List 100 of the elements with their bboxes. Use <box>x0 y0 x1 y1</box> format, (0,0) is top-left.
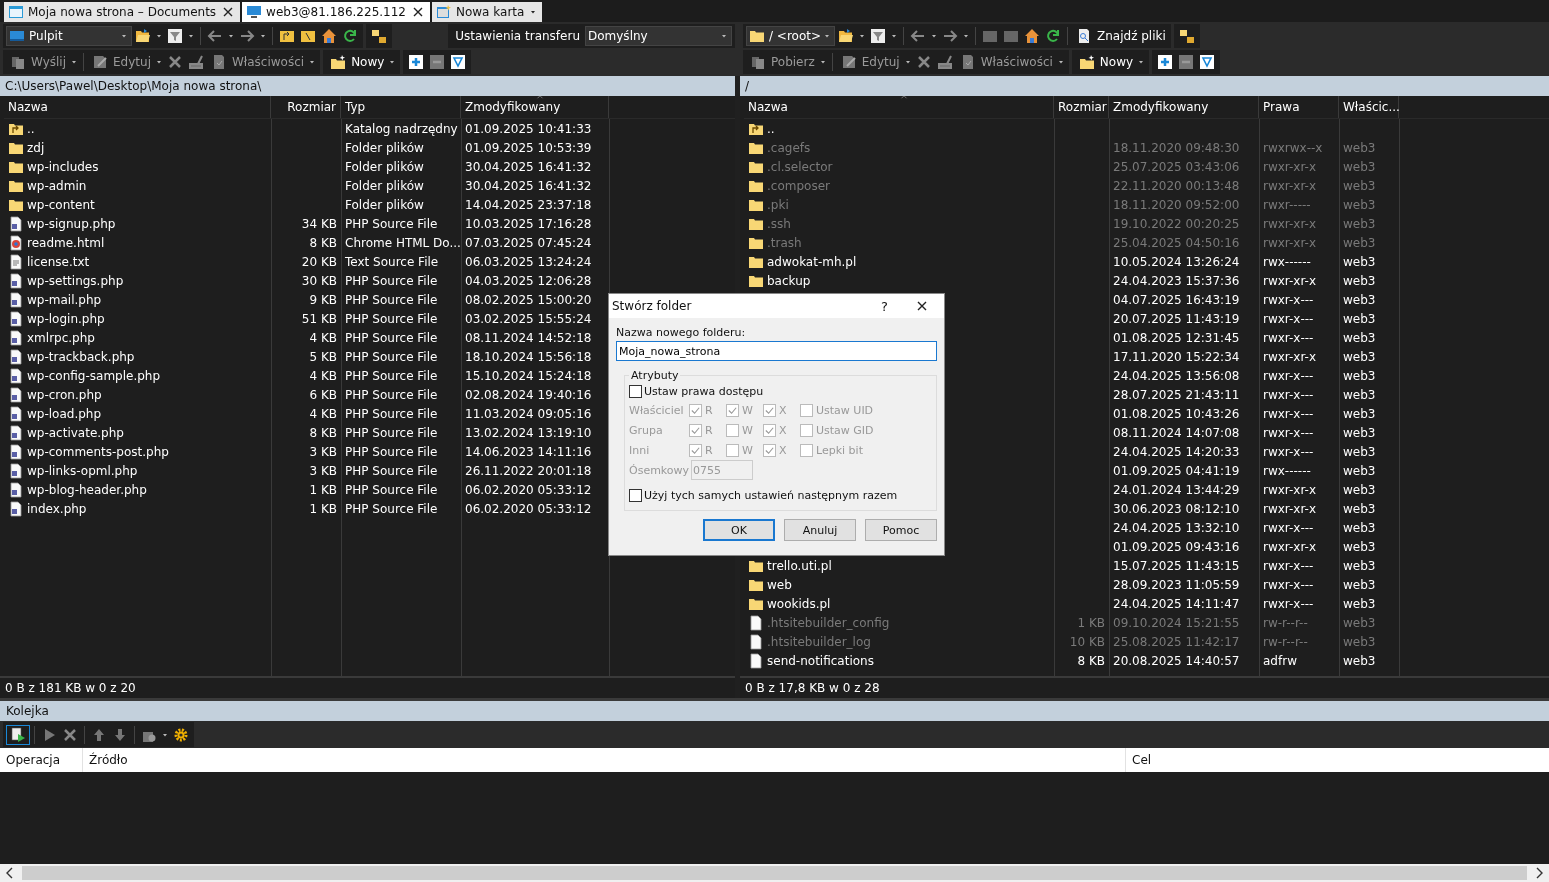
file-name[interactable]: .pki <box>767 197 789 212</box>
file-size: 10 KB <box>1069 634 1105 649</box>
column-header[interactable]: Zmodyfikowany <box>1109 96 1259 118</box>
column-header[interactable]: Prawa <box>1259 96 1339 118</box>
file-name[interactable]: wp-cron.php <box>27 387 102 402</box>
horizontal-scrollbar[interactable] <box>0 864 1549 882</box>
column-header[interactable]: Właścic... <box>1339 96 1399 118</box>
column-header[interactable]: Cel <box>1126 748 1549 772</box>
permissions-text: rwxr-xr-x <box>1263 216 1317 231</box>
checkbox-label: Lepki bit <box>816 443 863 457</box>
permissions-text: rwxr-x--- <box>1263 292 1314 307</box>
column-header[interactable]: Zmodyfikowany <box>461 96 609 118</box>
location-dropdown[interactable]: Pulpit <box>6 26 132 46</box>
settings-icon[interactable] <box>173 726 189 743</box>
file-size: 8 KB <box>1077 653 1105 668</box>
owner-text: web3 <box>1343 254 1376 269</box>
column-header[interactable]: Nazwa <box>744 96 1054 118</box>
file-type: Folder plików <box>345 197 424 212</box>
file-name[interactable]: .composer <box>767 178 830 193</box>
file-type: Chrome HTML Do... <box>345 235 461 250</box>
column-header[interactable]: Rozmiar <box>1054 96 1109 118</box>
forward-icon[interactable] <box>239 28 255 44</box>
file-type: Text Source File <box>345 254 439 269</box>
owner-text: web3 <box>1343 577 1376 592</box>
location-dropdown[interactable]: / <root> <box>746 26 835 46</box>
owner-text: web3 <box>1343 330 1376 345</box>
down-arrow-icon[interactable] <box>112 726 128 743</box>
permissions-text: rwxr-x--- <box>1263 311 1314 326</box>
back-icon[interactable] <box>910 28 926 44</box>
file-name[interactable]: wp-comments-post.php <box>27 444 169 459</box>
tab[interactable]: Nowa karta <box>432 2 543 22</box>
file-name[interactable]: wp-content <box>27 197 95 212</box>
checkbox-label: R <box>705 443 713 457</box>
forward-icon[interactable] <box>942 28 958 44</box>
file-name[interactable]: wp-login.php <box>27 311 105 326</box>
file-name[interactable]: xmlrpc.php <box>27 330 95 345</box>
owner-text: web3 <box>1343 634 1376 649</box>
refresh-icon[interactable] <box>342 28 358 44</box>
modified-date: 15.07.2025 11:43:15 <box>1113 558 1240 573</box>
file-name[interactable]: adwokat-mh.pl <box>767 254 857 269</box>
modified-date: 13.02.2024 13:19:10 <box>465 425 592 440</box>
file-name[interactable]: backup <box>767 273 811 288</box>
home-icon[interactable] <box>321 28 337 44</box>
file-name[interactable]: wp-trackback.php <box>27 349 135 364</box>
tab[interactable]: web3@81.186.225.112 <box>242 2 430 22</box>
file-name[interactable]: send-notifications <box>767 653 874 668</box>
file-icon <box>8 348 24 365</box>
refresh-icon[interactable] <box>1045 28 1061 44</box>
file-name[interactable]: index.php <box>27 501 87 516</box>
file-name[interactable]: readme.html <box>27 235 105 250</box>
filter-icon[interactable] <box>870 28 886 44</box>
modified-date: 01.09.2025 10:41:33 <box>465 121 592 136</box>
open-folder-icon[interactable] <box>135 28 151 44</box>
file-name[interactable]: wp-includes <box>27 159 99 174</box>
file-name[interactable]: .trash <box>767 235 802 250</box>
permissions-text: rwxr----- <box>1263 197 1311 212</box>
file-name[interactable]: trello.uti.pl <box>767 558 832 573</box>
file-type: PHP Source File <box>345 444 438 459</box>
filter-icon[interactable] <box>1199 54 1216 70</box>
file-size: 8 KB <box>309 425 337 440</box>
file-name[interactable]: wp-signup.php <box>27 216 116 231</box>
delete-icon[interactable] <box>166 54 183 70</box>
transfer-dropdown[interactable]: Domyślny <box>585 26 732 46</box>
file-name[interactable]: .. <box>767 121 775 136</box>
back-icon[interactable] <box>207 28 223 44</box>
file-name[interactable]: .htsitebuilder_log <box>767 634 871 649</box>
column-header[interactable]: Typ <box>341 96 461 118</box>
file-name[interactable]: web <box>767 577 792 592</box>
file-name[interactable]: wp-load.php <box>27 406 102 421</box>
queue-icon[interactable] <box>10 726 26 743</box>
modified-date: 24.04.2023 15:37:36 <box>1113 273 1240 288</box>
file-name[interactable]: license.txt <box>27 254 90 269</box>
owner-text: web3 <box>1343 539 1376 554</box>
column-header[interactable]: Rozmiar <box>271 96 341 118</box>
file-name[interactable]: wp-config-sample.php <box>27 368 161 383</box>
delete-icon[interactable] <box>62 726 78 743</box>
file-name[interactable]: wp-admin <box>27 178 87 193</box>
file-name[interactable]: wp-blog-header.php <box>27 482 147 497</box>
file-name[interactable]: wp-activate.php <box>27 425 124 440</box>
home-icon[interactable] <box>1024 28 1040 44</box>
filter-icon[interactable] <box>450 54 467 70</box>
file-name[interactable]: .cl.selector <box>767 159 833 174</box>
documents-icon <box>750 54 766 70</box>
open-folder-icon[interactable] <box>838 28 854 44</box>
file-name[interactable]: .. <box>27 121 35 136</box>
file-name[interactable]: zdj <box>27 140 45 155</box>
transfer-settings-label: Ustawienia transferu <box>454 29 581 43</box>
file-name[interactable]: .ssh <box>767 216 791 231</box>
file-name[interactable]: .cagefs <box>767 140 811 155</box>
file-name[interactable]: wp-settings.php <box>27 273 124 288</box>
checkbox-label: R <box>705 403 713 417</box>
file-name[interactable]: .htsitebuilder_config <box>767 615 890 630</box>
file-name[interactable]: wp-links-opml.php <box>27 463 138 478</box>
delete-icon[interactable] <box>915 54 932 70</box>
file-name[interactable]: wookids.pl <box>767 596 831 611</box>
tab[interactable]: Moja nowa strona – Documents <box>4 2 241 22</box>
file-name[interactable]: wp-mail.php <box>27 292 102 307</box>
filter-icon[interactable] <box>167 28 183 44</box>
column-header[interactable]: Nazwa <box>4 96 271 118</box>
find-files-button[interactable]: Znajdź pliki <box>1072 25 1168 47</box>
